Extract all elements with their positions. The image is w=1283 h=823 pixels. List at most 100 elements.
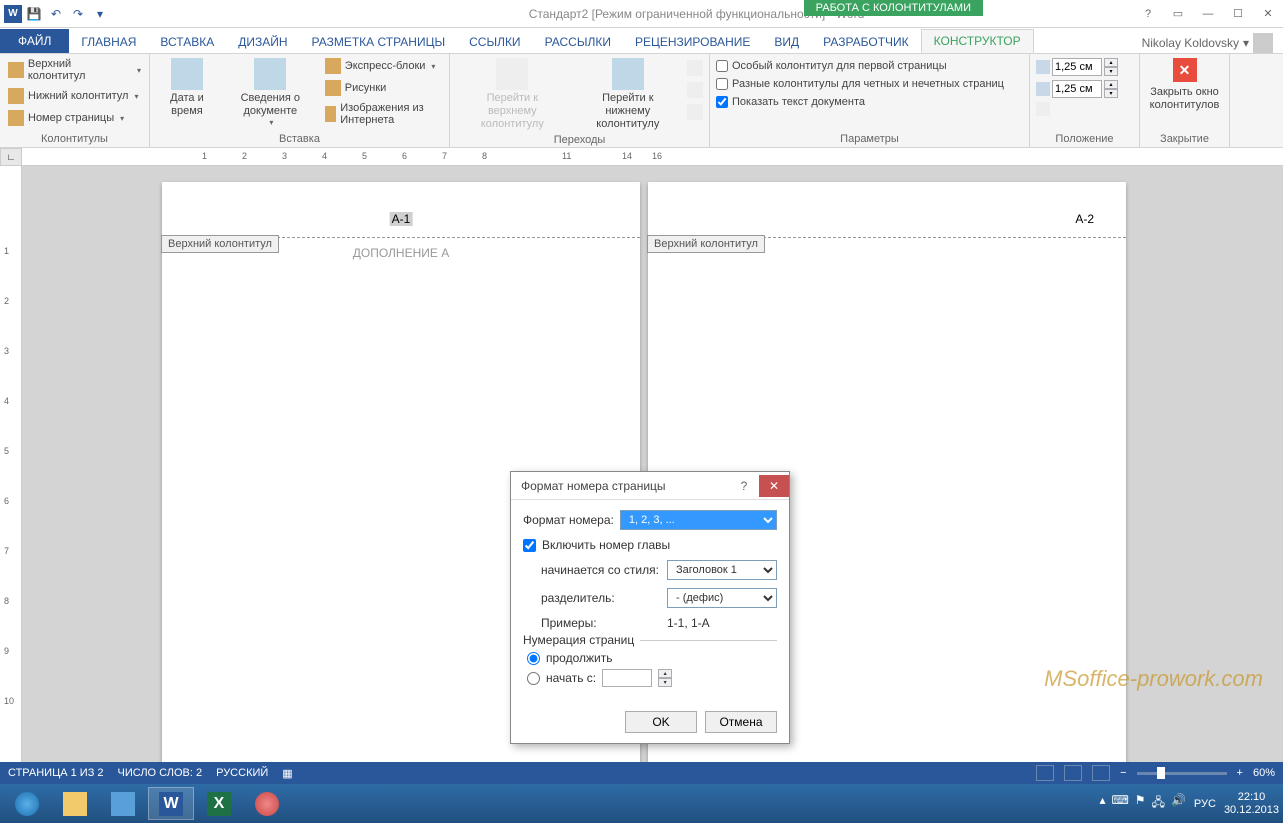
page-1-number[interactable]: A-1 bbox=[390, 212, 413, 226]
chapter-style-select[interactable]: Заголовок 1 bbox=[667, 560, 777, 580]
tab-page-layout[interactable]: РАЗМЕТКА СТРАНИЦЫ bbox=[300, 31, 458, 53]
zoom-level[interactable]: 60% bbox=[1253, 767, 1275, 779]
header-from-top-spinner[interactable]: ▴▾ bbox=[1036, 58, 1118, 76]
save-icon[interactable]: 💾 bbox=[24, 4, 44, 24]
status-macros-icon[interactable]: ▦ bbox=[282, 767, 292, 780]
tab-mailings[interactable]: РАССЫЛКИ bbox=[533, 31, 623, 53]
tab-review[interactable]: РЕЦЕНЗИРОВАНИЕ bbox=[623, 31, 762, 53]
zoom-slider[interactable] bbox=[1137, 772, 1227, 775]
tab-developer[interactable]: РАЗРАБОТЧИК bbox=[811, 31, 921, 53]
view-read-mode[interactable] bbox=[1036, 765, 1054, 781]
dialog-title: Формат номера страницы bbox=[521, 479, 666, 493]
dialog-help-button[interactable]: ? bbox=[729, 475, 759, 497]
tray-up-icon[interactable]: ▴ bbox=[1099, 793, 1105, 814]
taskbar-snipping[interactable] bbox=[244, 787, 290, 820]
taskbar-ie[interactable] bbox=[4, 787, 50, 820]
separator-select[interactable]: - (дефис) bbox=[667, 588, 777, 608]
link-previous-icon bbox=[687, 104, 703, 120]
taskbar-date[interactable]: 30.12.2013 bbox=[1224, 804, 1279, 816]
next-section-icon bbox=[687, 82, 703, 98]
pictures-button[interactable]: Рисунки bbox=[323, 78, 443, 98]
user-name[interactable]: Nikolay Koldovsky bbox=[1142, 36, 1239, 50]
taskbar-app[interactable] bbox=[100, 787, 146, 820]
tab-view[interactable]: ВИД bbox=[762, 31, 811, 53]
zoom-out-button[interactable]: − bbox=[1120, 767, 1126, 779]
quick-parts-button[interactable]: Экспресс-блоки▾ bbox=[323, 56, 443, 76]
starts-with-style-label: начинается со стиля: bbox=[541, 563, 661, 577]
page-number-button[interactable]: Номер страницы▾ bbox=[6, 108, 143, 128]
start-at-radio[interactable]: начать с: ▴▾ bbox=[527, 669, 777, 687]
tab-references[interactable]: ССЫЛКИ bbox=[457, 31, 532, 53]
window-title: Стандарт2 [Режим ограниченной функционал… bbox=[110, 7, 1283, 21]
tab-home[interactable]: ГЛАВНАЯ bbox=[69, 31, 148, 53]
taskbar-time[interactable]: 22:10 bbox=[1224, 791, 1279, 803]
close-header-footer-button[interactable]: ✕ Закрыть окно колонтитулов bbox=[1144, 56, 1226, 114]
status-language[interactable]: РУССКИЙ bbox=[216, 767, 268, 780]
different-first-page-checkbox[interactable]: Особый колонтитул для первой страницы bbox=[716, 58, 1004, 74]
calendar-icon bbox=[171, 58, 203, 90]
ok-button[interactable]: OK bbox=[625, 711, 697, 733]
user-dropdown-icon[interactable]: ▾ bbox=[1243, 36, 1249, 50]
different-odd-even-checkbox[interactable]: Разные колонтитулы для четных и нечетных… bbox=[716, 76, 1004, 92]
include-chapter-checkbox[interactable]: Включить номер главы bbox=[523, 538, 777, 552]
group-headers-footers: Колонтитулы bbox=[6, 133, 143, 147]
vertical-ruler[interactable]: 123 456 78910 bbox=[0, 166, 22, 762]
cancel-button[interactable]: Отмена bbox=[705, 711, 777, 733]
footer-position-icon bbox=[1036, 82, 1050, 96]
word-app-icon: W bbox=[4, 5, 22, 23]
goto-header-button: Перейти к верхнему колонтитулу bbox=[456, 56, 569, 134]
tray-flag-icon[interactable]: ⚑ bbox=[1135, 793, 1146, 814]
taskbar-lang[interactable]: РУС bbox=[1194, 798, 1216, 810]
prev-section-icon bbox=[687, 60, 703, 76]
document-info-button[interactable]: Сведения о документе▾ bbox=[222, 56, 319, 130]
quick-parts-icon bbox=[325, 58, 341, 74]
page-number-icon bbox=[8, 110, 24, 126]
goto-footer-button[interactable]: Перейти к нижнему колонтитулу bbox=[573, 56, 683, 134]
avatar[interactable] bbox=[1253, 33, 1273, 53]
tab-design[interactable]: ДИЗАЙН bbox=[226, 31, 299, 53]
examples-value: 1-1, 1-A bbox=[667, 616, 710, 630]
header-button[interactable]: Верхний колонтитул▾ bbox=[6, 56, 143, 84]
contextual-tab-label: РАБОТА С КОЛОНТИТУЛАМИ bbox=[804, 0, 983, 16]
header-position-icon bbox=[1036, 60, 1050, 74]
horizontal-ruler[interactable]: 1234 5678 111416 bbox=[22, 148, 1283, 166]
view-print-layout[interactable] bbox=[1064, 765, 1082, 781]
insert-alignment-tab-icon[interactable] bbox=[1036, 102, 1050, 116]
doc-info-icon bbox=[254, 58, 286, 90]
tray-network-icon[interactable]: 🖧 bbox=[1152, 793, 1165, 814]
status-page[interactable]: СТРАНИЦА 1 ИЗ 2 bbox=[8, 767, 104, 780]
number-format-select[interactable]: 1, 2, 3, ... bbox=[620, 510, 777, 530]
status-word-count[interactable]: ЧИСЛО СЛОВ: 2 bbox=[118, 767, 203, 780]
continue-radio[interactable]: продолжить bbox=[527, 651, 777, 665]
header-icon bbox=[8, 62, 24, 78]
minimize-icon[interactable]: — bbox=[1197, 4, 1219, 24]
dialog-close-button[interactable]: ✕ bbox=[759, 475, 789, 497]
maximize-icon[interactable]: ☐ bbox=[1227, 4, 1249, 24]
show-document-text-checkbox[interactable]: Показать текст документа bbox=[716, 94, 1004, 110]
taskbar-excel[interactable]: X bbox=[196, 787, 242, 820]
zoom-in-button[interactable]: + bbox=[1237, 767, 1243, 779]
ribbon-options-icon[interactable]: ▭ bbox=[1167, 4, 1189, 24]
undo-icon[interactable]: ↶ bbox=[46, 4, 66, 24]
tray-keyboard-icon[interactable]: ⌨ bbox=[1111, 793, 1128, 814]
page-number-format-dialog: Формат номера страницы ? ✕ Формат номера… bbox=[510, 471, 790, 744]
footer-button[interactable]: Нижний колонтитул▾ bbox=[6, 86, 143, 106]
close-icon[interactable]: ✕ bbox=[1257, 4, 1279, 24]
date-time-button[interactable]: Дата и время bbox=[156, 56, 218, 120]
taskbar-explorer[interactable] bbox=[52, 787, 98, 820]
view-web-layout[interactable] bbox=[1092, 765, 1110, 781]
tab-file[interactable]: ФАЙЛ bbox=[0, 29, 69, 53]
tab-designer[interactable]: КОНСТРУКТОР bbox=[921, 29, 1034, 53]
online-pictures-button[interactable]: Изображения из Интернета bbox=[323, 100, 443, 128]
tray-volume-icon[interactable]: 🔊 bbox=[1171, 793, 1186, 814]
tab-insert[interactable]: ВСТАВКА bbox=[148, 31, 226, 53]
online-picture-icon bbox=[325, 106, 336, 122]
help-icon[interactable]: ? bbox=[1137, 4, 1159, 24]
qat-customize-icon[interactable]: ▾ bbox=[90, 4, 110, 24]
taskbar-word[interactable]: W bbox=[148, 787, 194, 820]
footer-from-bottom-spinner[interactable]: ▴▾ bbox=[1036, 80, 1118, 98]
group-options: Параметры bbox=[716, 133, 1023, 147]
redo-icon[interactable]: ↷ bbox=[68, 4, 88, 24]
start-at-input[interactable] bbox=[602, 669, 652, 687]
group-position: Положение bbox=[1036, 133, 1133, 147]
